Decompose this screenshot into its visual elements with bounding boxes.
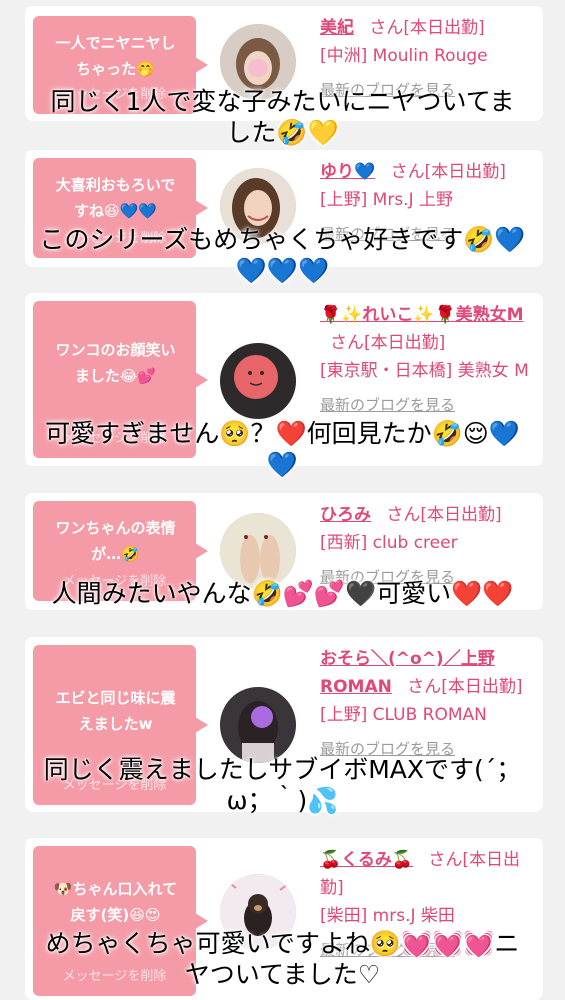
overlay-caption: 同じく震えましたしサブイボMAXです(´； ω；｀)💦 [43,755,522,815]
cast-name-link[interactable]: 美紀 [320,18,354,38]
shop-name: [中洲] Moulin Rouge [320,46,488,66]
overlay-caption: このシリーズもめちゃくちゃ好きです🤣💙 💙💙💙 [39,225,526,285]
san-suffix: さん [428,850,463,870]
san-suffix: さん [407,677,442,697]
shop-name: [柴田] mrs.J 柴田 [320,906,455,926]
latest-blog-link[interactable]: 最新のブログを見る [320,391,535,419]
pink-avatar-icon [220,343,296,419]
shop-name: [東京駅・日本橋] 美熟女 M [320,361,529,381]
cast-name-link[interactable]: ひろみ [320,505,371,525]
san-suffix: さん [330,333,364,353]
message-text: 大喜利おもろいで すね😆💙💙 [55,176,176,220]
cast-avatar[interactable] [220,343,296,419]
overlay-caption: 人間みたいやんな🤣💕💕🖤可愛い❤️❤️ [51,579,514,608]
message-text: ワンちゃんの表情 が…🤣 [55,519,176,563]
cast-info: 🌹✨れいこ✨🌹美熟女M さん[本日出勤] [東京駅・日本橋] 美熟女 M 最新の… [320,301,535,419]
message-text: ワンコのお顔笑い ました😂💕 [55,341,176,385]
status-text: [本日出勤] [403,18,485,38]
cast-avatar[interactable] [220,687,296,763]
status-text: [本日出勤] [424,162,506,182]
cast-name-link[interactable]: 🍒くるみ🍒 [320,850,413,870]
cast-name-link[interactable]: ゆり💙 [320,162,375,182]
san-suffix: さん [386,505,421,525]
san-suffix: さん [390,162,425,182]
message-text: エビと同じ味に震 えましたw [55,689,176,733]
shop-name: [上野] CLUB ROMAN [320,705,487,725]
status-text: [本日出勤] [364,333,446,353]
cast-name-link[interactable]: 🌹✨れいこ✨🌹美熟女M [320,305,524,325]
overlay-caption: 同じく1人で変な子みたいにニヤついてま した🤣💛 [50,87,515,147]
status-text: [本日出勤] [420,505,502,525]
status-text: [本日出勤] [441,677,523,697]
shop-name: [上野] Mrs.J 上野 [320,190,454,210]
woman-avatar-icon [220,687,296,763]
san-suffix: さん [369,18,404,38]
cast-info: おそら＼(^o^)／上野ROMAN さん[本日出勤] [上野] CLUB ROM… [320,645,535,763]
shop-name: [西新] club creer [320,533,458,553]
message-text: 一人でニヤニヤし ちゃった🤭 [55,34,176,78]
message-text: 🐶ちゃん口入れて 戻す(笑)😆😍 [53,880,178,924]
overlay-caption: 可愛すぎません🥺？❤️何回見たか🤣😌💙 💙 [45,419,520,479]
overlay-caption: めちゃくちゃ可愛いですよね🥺💓💓💓ニ ヤついてました♡ [45,929,520,989]
